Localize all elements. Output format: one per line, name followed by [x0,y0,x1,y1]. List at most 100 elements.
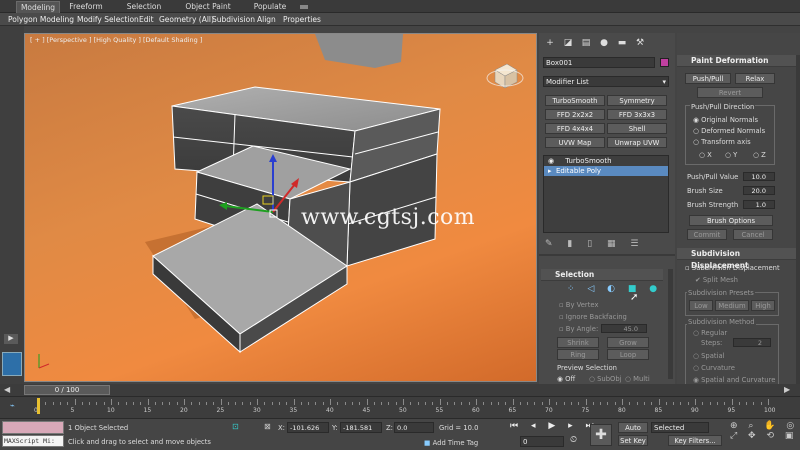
transform-axis-radio[interactable]: ○ Transform axis [693,138,751,146]
regular-radio[interactable]: ○ Regular [693,329,727,337]
maxscript-mini-field[interactable]: MAXScript Mi: [2,435,64,447]
preview-subobj-radio[interactable]: ○ SubObj [589,375,622,383]
ribbon-edit[interactable]: Edit [139,13,154,26]
set-key-button[interactable]: Set Key [618,435,648,446]
stack-item-editable-poly[interactable]: ▸ Editable Poly [544,166,668,176]
display-tab-icon[interactable]: ▬ [615,37,629,49]
unwrap-uvw-button[interactable]: Unwrap UVW [607,137,667,148]
ffd2-button[interactable]: FFD 2x2x2 [545,109,605,120]
preview-off-radio[interactable]: ◉ Off [557,375,575,383]
ffd4-button[interactable]: FFD 4x4x4 [545,123,605,134]
brush-strength-spinner[interactable]: 1.0 [743,200,775,209]
original-normals-radio[interactable]: ◉ Original Normals [693,116,758,124]
track-bar[interactable]: ⌁ 0 5 10 15 20 25 30 35 40 45 50 55 60 65 70 75 80 85 90 95… [0,396,800,418]
axis-x-radio[interactable]: ○ X [699,151,712,159]
ribbon-geometry-all[interactable]: Geometry (All) [159,13,214,26]
hierarchy-tab-icon[interactable]: ▤ [579,37,593,49]
key-mode-dropdown[interactable]: Selected [651,422,709,433]
z-coordinate-field[interactable]: 0.0 [394,422,434,433]
turbosmooth-button[interactable]: TurboSmooth [545,95,605,106]
symmetry-button[interactable]: Symmetry [607,95,667,106]
viewport-layout-icon[interactable] [2,352,22,376]
set-key-icon[interactable]: ✚ [590,424,612,446]
tab-populate[interactable]: Populate [250,1,290,13]
playback-controls[interactable]: ⏮ ◂ ▶ ▸ ⏭ [510,421,599,431]
curvature-radio[interactable]: ○ Curvature [693,364,735,372]
relax-button[interactable]: Relax [735,73,775,84]
ribbon-align[interactable]: Align [257,13,276,26]
subobject-icons[interactable]: ⁘ ◁ ◐ ■ ● [567,284,662,294]
ribbon-modify-selection[interactable]: Modify Selection [77,13,139,26]
by-angle-checkbox[interactable]: ▫ By Angle: [559,325,598,333]
perspective-viewport[interactable]: [ + ] [Perspective ] [High Quality ] [De… [24,33,537,382]
cancel-button[interactable]: Cancel [733,229,773,240]
by-vertex-checkbox[interactable]: ▫ By Vertex [559,301,598,309]
low-button[interactable]: Low [689,300,713,311]
angle-spinner[interactable]: 45.0 [601,324,647,333]
spatial-curvature-radio[interactable]: ◉ Spatial and Curvature [693,376,775,384]
high-button[interactable]: High [751,300,775,311]
brush-size-spinner[interactable]: 20.0 [743,186,775,195]
motion-tab-icon[interactable]: ● [597,37,611,49]
tab-modeling[interactable]: Modeling [16,1,60,13]
grow-button[interactable]: Grow [607,337,649,348]
steps-spinner[interactable]: 2 [733,338,771,347]
viewcube[interactable] [486,63,524,89]
modifier-list-dropdown[interactable]: Modifier List ▾ [543,76,669,87]
eye-icon[interactable]: ◉ [548,157,554,165]
selection-rollout-header[interactable]: Selection [541,269,663,281]
commit-button[interactable]: Commit [687,229,727,240]
paint-deformation-header[interactable]: Paint Deformation [677,55,796,67]
time-config-icon[interactable]: ⏲ [570,435,577,445]
tab-freeform[interactable]: Freeform [64,1,108,13]
y-coordinate-field[interactable]: -181.581 [340,422,382,433]
absolute-mode-icon[interactable]: ⊠ [264,422,271,431]
utilities-tab-icon[interactable]: ⚒ [633,37,647,49]
loop-button[interactable]: Loop [607,349,649,360]
ribbon-subdivision[interactable]: Subdivision [212,13,255,26]
curve-editor-icon[interactable]: ⌁ [10,401,15,410]
spatial-radio[interactable]: ○ Spatial [693,352,725,360]
scrollbar[interactable] [796,55,800,385]
brush-options-button[interactable]: Brush Options [689,215,773,226]
prev-frame-icon[interactable]: ◀ [4,385,10,394]
add-time-tag-button[interactable]: ■ Add Time Tag [424,439,478,447]
revert-button[interactable]: Revert [697,87,763,98]
subdivision-displacement-checkbox[interactable]: ▫ Subdivision Displacement [685,264,780,272]
scrollbar[interactable] [668,269,673,379]
navigation-controls[interactable]: ⊕ ⌕ ✋ ◎ ⤢ ✥ ⟲ ▣ [730,421,798,441]
object-name-field[interactable]: Box001 [543,57,655,68]
stack-item-turbosmooth[interactable]: ◉ TurboSmooth [544,156,668,166]
stack-tools[interactable]: ✎ ▮ ▯ ▦ ☰ [545,239,644,249]
x-coordinate-field[interactable]: -101.626 [287,422,329,433]
split-mesh-checkbox[interactable]: ✔ Split Mesh [695,276,738,284]
object-color-swatch[interactable] [660,58,669,67]
axis-z-radio[interactable]: ○ Z [753,151,766,159]
play-icon[interactable]: ▶ [4,334,18,344]
current-frame-field[interactable]: 0 [520,436,564,447]
tab-selection[interactable]: Selection [122,1,166,13]
ribbon-toggle-icon[interactable] [300,5,308,9]
tab-object-paint[interactable]: Object Paint [182,1,234,13]
medium-button[interactable]: Medium [715,300,749,311]
time-marker[interactable] [37,398,40,414]
ignore-backfacing-checkbox[interactable]: ▫ Ignore Backfacing [559,313,627,321]
deformed-normals-radio[interactable]: ○ Deformed Normals [693,127,765,135]
auto-key-button[interactable]: Auto Key [618,422,648,442]
shrink-button[interactable]: Shrink [557,337,599,348]
expand-icon[interactable]: ▸ [548,167,552,175]
element-icon[interactable]: ● [649,284,662,294]
next-frame-icon[interactable]: ▶ [784,385,790,394]
maxscript-listener[interactable] [2,421,64,434]
ribbon-properties[interactable]: Properties [283,13,321,26]
modify-tab-icon[interactable]: ◪ [561,37,575,49]
axis-y-radio[interactable]: ○ Y [725,151,737,159]
key-filters-button[interactable]: Key Filters... [668,435,722,446]
uvw-map-button[interactable]: UVW Map [545,137,605,148]
create-tab-icon[interactable]: + [543,37,557,49]
ffd3-button[interactable]: FFD 3x3x3 [607,109,667,120]
preview-multi-radio[interactable]: ○ Multi [625,375,650,383]
shell-button[interactable]: Shell [607,123,667,134]
ribbon-polygon-modeling[interactable]: Polygon Modeling [8,13,74,26]
time-slider[interactable]: 0 / 100 [24,385,110,395]
